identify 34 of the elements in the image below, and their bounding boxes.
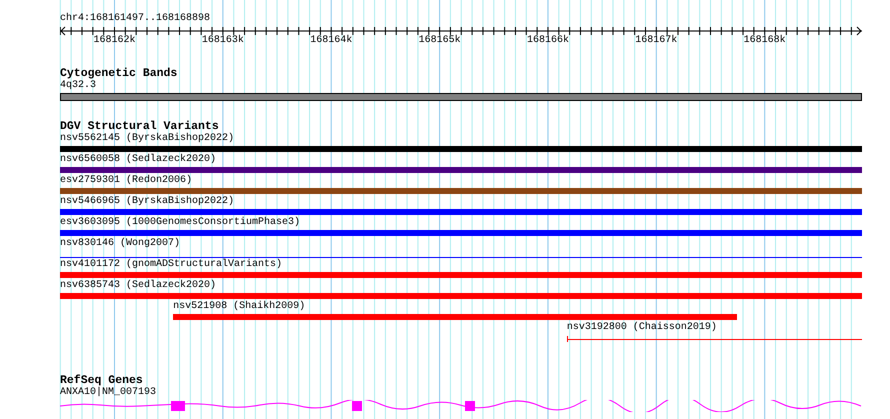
- variant-bar[interactable]: [60, 146, 862, 152]
- track-title: DGV Structural Variants: [60, 120, 219, 133]
- variant-label: nsv521908 (Shaikh2009): [173, 301, 306, 313]
- track-title: RefSeq Genes: [60, 374, 143, 387]
- variant-label: nsv6385743 (Sedlazeck2020): [60, 280, 216, 292]
- variant-label: nsv5562145 (ByrskaBishop2022): [60, 133, 234, 145]
- variant-label: nsv5466965 (ByrskaBishop2022): [60, 196, 234, 208]
- tick-label: 168162k: [94, 35, 136, 47]
- variant-bar[interactable]: [60, 188, 862, 194]
- variant-label: nsv3192800 (Chaisson2019): [566, 322, 717, 334]
- track-title: Cytogenetic Bands: [60, 67, 178, 80]
- tick-label: 168168k: [744, 35, 786, 47]
- gene-label: ANXA10|NM_007193: [60, 387, 158, 399]
- variant-label: nsv830146 (Wong2007): [60, 238, 180, 250]
- tick-label: 168163k: [202, 35, 244, 47]
- variant-bar[interactable]: [60, 272, 862, 278]
- band-label: 4q32.3: [60, 80, 98, 92]
- tick-label: 168164k: [310, 35, 352, 47]
- tick-label: 168166k: [526, 35, 569, 47]
- variant-bar[interactable]: [60, 293, 862, 299]
- variant-label: esv3603095 (1000GenomesConsortiumPhase3): [60, 217, 300, 229]
- tick-label: 168165k: [418, 35, 461, 47]
- gene-model-drawing[interactable]: [60, 400, 862, 412]
- variant-label: nsv6560058 (Sedlazeck2020): [60, 154, 216, 166]
- variant-bar[interactable]: [60, 230, 862, 236]
- tick-label: 168167k: [635, 35, 678, 47]
- variant-line[interactable]: [566, 335, 862, 342]
- cytoband-bar[interactable]: [60, 93, 862, 101]
- variant-bar[interactable]: [60, 167, 862, 173]
- variant-bar[interactable]: [173, 314, 737, 320]
- variant-bar[interactable]: [60, 209, 862, 215]
- location-label: chr4:168161497..168168898: [60, 13, 210, 25]
- variant-label: esv2759301 (Redon2006): [60, 175, 192, 187]
- variant-label: nsv4101172 (gnomADStructuralVariants): [60, 259, 282, 271]
